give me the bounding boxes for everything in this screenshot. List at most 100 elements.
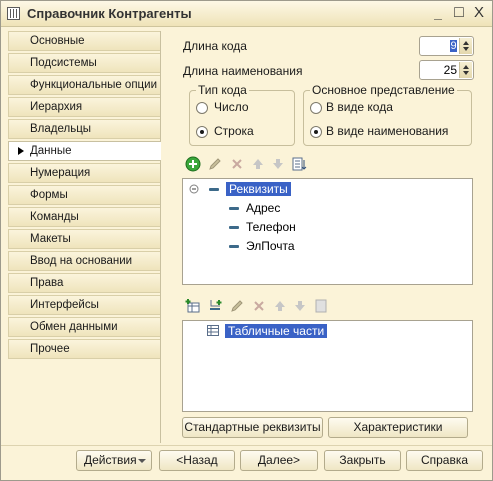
tab-forms[interactable]: Формы bbox=[8, 185, 160, 205]
spinner-arrows[interactable] bbox=[459, 38, 472, 54]
code-type-string-radio[interactable] bbox=[196, 126, 208, 138]
tree-item-label: Телефон bbox=[246, 220, 296, 234]
tree-item-label: Реквизиты bbox=[226, 182, 291, 196]
tree-item-phone[interactable]: Телефон bbox=[229, 218, 296, 236]
chevron-down-icon bbox=[138, 459, 146, 463]
code-type-group: Тип кода Число Строка bbox=[189, 83, 295, 146]
next-button[interactable]: Далее> bbox=[240, 450, 318, 471]
tab-label: Прочее bbox=[30, 343, 70, 355]
tab-functional-options[interactable]: Функциональные опции bbox=[8, 75, 160, 95]
tree-item-label: Адрес bbox=[246, 201, 281, 215]
tab-numbering[interactable]: Нумерация bbox=[8, 163, 160, 183]
spin-down-icon bbox=[463, 47, 469, 51]
presentation-code-label: В виде кода bbox=[326, 100, 393, 114]
tree-collapse-icon[interactable] bbox=[189, 181, 199, 199]
move-up-icon[interactable] bbox=[250, 156, 266, 172]
name-length-value: 25 bbox=[443, 63, 457, 77]
move-down-icon[interactable] bbox=[292, 298, 308, 314]
tab-label: Данные bbox=[30, 145, 72, 157]
tab-other[interactable]: Прочее bbox=[8, 339, 160, 359]
tab-data-exchange[interactable]: Обмен данными bbox=[8, 317, 160, 337]
attribute-icon bbox=[229, 226, 239, 230]
actions-label: Действия bbox=[84, 453, 137, 467]
code-type-number-label: Число bbox=[214, 100, 249, 114]
delete-icon[interactable] bbox=[229, 156, 245, 172]
presentation-name-label: В виде наименования bbox=[326, 124, 449, 138]
tree-item-attributes[interactable]: Реквизиты bbox=[209, 180, 291, 198]
edit-pencil-icon[interactable] bbox=[207, 156, 223, 172]
main-presentation-group: Основное представление В виде кода В вид… bbox=[303, 83, 472, 146]
tree-item-tabular-parts[interactable]: Табличные части bbox=[207, 322, 328, 341]
active-tab-arrow-icon bbox=[18, 147, 24, 155]
code-length-label: Длина кода bbox=[183, 39, 247, 53]
code-type-string-label: Строка bbox=[214, 124, 254, 138]
name-length-spinner[interactable]: 25 bbox=[419, 60, 474, 80]
footer-divider bbox=[1, 445, 492, 446]
attributes-tree[interactable]: Реквизиты Адрес Телефон ЭлПочта bbox=[182, 178, 473, 285]
edit-pencil-icon[interactable] bbox=[229, 298, 245, 314]
presentation-name-radio[interactable] bbox=[310, 126, 322, 138]
tab-data[interactable]: Данные bbox=[8, 141, 161, 161]
attributes-toolbar bbox=[185, 155, 325, 175]
maximize-button[interactable]: □ bbox=[450, 4, 468, 22]
tab-rights[interactable]: Права bbox=[8, 273, 160, 293]
code-type-title: Тип кода bbox=[196, 83, 249, 97]
spin-down-icon bbox=[463, 71, 469, 75]
spin-up-icon bbox=[463, 65, 469, 69]
delete-icon[interactable] bbox=[251, 298, 267, 314]
spin-up-icon bbox=[463, 41, 469, 45]
tab-interfaces[interactable]: Интерфейсы bbox=[8, 295, 160, 315]
tab-subsystems[interactable]: Подсистемы bbox=[8, 53, 160, 73]
close-button[interactable]: Закрыть bbox=[324, 450, 401, 471]
tab-label: Основные bbox=[30, 35, 85, 47]
tab-label: Владельцы bbox=[30, 123, 92, 135]
close-window-button[interactable]: X bbox=[470, 4, 488, 22]
spinner-arrows[interactable] bbox=[459, 62, 472, 78]
tab-commands[interactable]: Команды bbox=[8, 207, 160, 227]
tab-label: Команды bbox=[30, 211, 79, 223]
tab-input-based-on[interactable]: Ввод на основании bbox=[8, 251, 160, 271]
tab-label: Нумерация bbox=[30, 167, 91, 179]
back-button[interactable]: <Назад bbox=[159, 450, 235, 471]
sort-list-icon[interactable] bbox=[313, 298, 329, 314]
attribute-icon bbox=[229, 207, 239, 211]
data-panel: Длина кода 9 Длина наименования 25 Тип к… bbox=[160, 31, 485, 443]
tabular-parts-toolbar bbox=[185, 297, 355, 317]
code-length-value: 9 bbox=[450, 40, 457, 52]
standard-attributes-button[interactable]: Стандартные реквизиты bbox=[182, 417, 323, 438]
title-bar: Справочник Контрагенты _ □ X bbox=[1, 1, 492, 27]
window-title: Справочник Контрагенты bbox=[27, 6, 192, 21]
minimize-button[interactable]: _ bbox=[429, 4, 447, 22]
code-type-number-radio[interactable] bbox=[196, 102, 208, 114]
move-down-icon[interactable] bbox=[270, 156, 286, 172]
tree-item-label: Табличные части bbox=[225, 324, 328, 338]
add-icon[interactable] bbox=[185, 156, 201, 172]
sort-list-icon[interactable] bbox=[291, 156, 307, 172]
tab-label: Обмен данными bbox=[30, 321, 118, 333]
tab-label: Иерархия bbox=[30, 101, 83, 113]
sections-tabs: Основные Подсистемы Функциональные опции… bbox=[8, 31, 161, 361]
tab-label: Ввод на основании bbox=[30, 255, 133, 267]
tree-item-label: ЭлПочта bbox=[246, 239, 295, 253]
table-icon bbox=[207, 323, 219, 341]
window-icon bbox=[7, 7, 20, 20]
tab-main[interactable]: Основные bbox=[8, 31, 160, 51]
add-tabular-part-icon[interactable] bbox=[185, 298, 201, 314]
tab-label: Функциональные опции bbox=[30, 79, 157, 91]
name-length-label: Длина наименования bbox=[183, 64, 303, 78]
tab-owners[interactable]: Владельцы bbox=[8, 119, 160, 139]
add-attribute-icon[interactable] bbox=[207, 298, 223, 314]
actions-menu-button[interactable]: Действия bbox=[76, 450, 152, 471]
move-up-icon[interactable] bbox=[272, 298, 288, 314]
presentation-code-radio[interactable] bbox=[310, 102, 322, 114]
tree-item-email[interactable]: ЭлПочта bbox=[229, 237, 295, 255]
tab-hierarchy[interactable]: Иерархия bbox=[8, 97, 160, 117]
tabular-parts-tree[interactable]: Табличные части bbox=[182, 320, 473, 412]
code-length-spinner[interactable]: 9 bbox=[419, 36, 474, 56]
tree-item-address[interactable]: Адрес bbox=[229, 199, 280, 217]
help-button[interactable]: Справка bbox=[406, 450, 483, 471]
catalog-window: Справочник Контрагенты _ □ X Основные По… bbox=[0, 0, 493, 481]
tab-templates[interactable]: Макеты bbox=[8, 229, 160, 249]
characteristics-button[interactable]: Характеристики bbox=[328, 417, 468, 438]
tab-label: Формы bbox=[30, 189, 68, 201]
